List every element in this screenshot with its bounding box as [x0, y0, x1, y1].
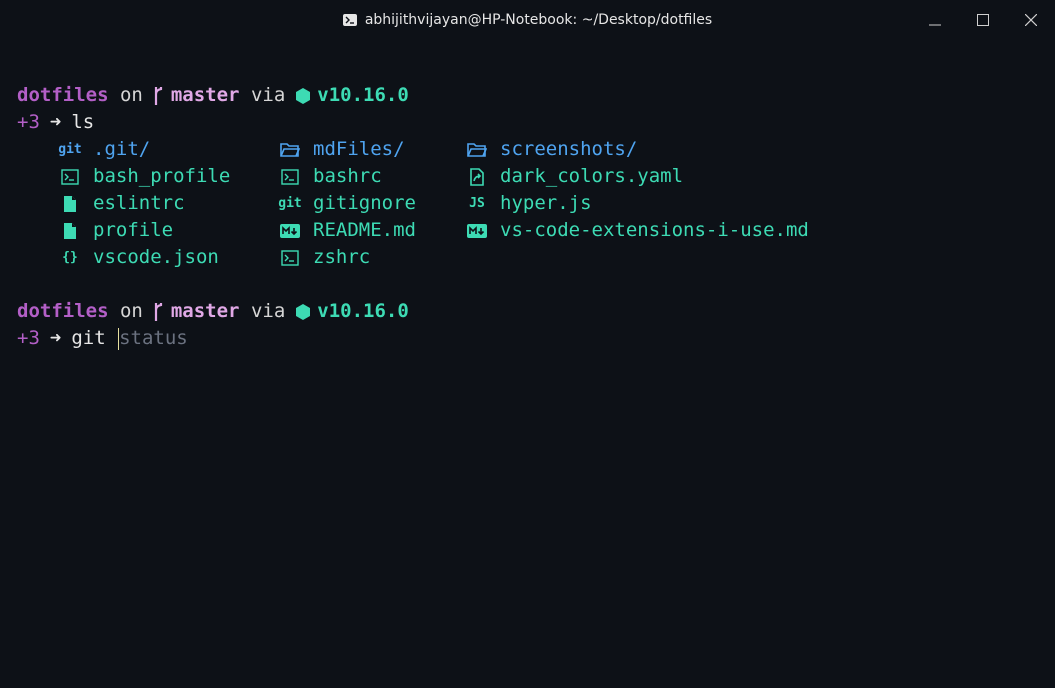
ls-entry: dark_colors.yaml [466, 163, 886, 190]
window-title: abhijithvijayan@HP-Notebook: ~/Desktop/d… [364, 12, 713, 28]
ls-entry: profile [59, 217, 279, 244]
git-icon: git [278, 196, 302, 211]
minimize-icon [929, 24, 941, 26]
maximize-icon [977, 14, 989, 26]
autosuggestion: status [119, 327, 188, 349]
title-bar: abhijithvijayan@HP-Notebook: ~/Desktop/d… [0, 0, 1055, 40]
ls-entry: JS hyper.js [466, 190, 886, 217]
ls-entry: screenshots/ [466, 136, 886, 163]
prompt-branch: master [170, 84, 240, 106]
command-line: +3 ➜ ls [17, 109, 1045, 136]
ls-entry: README.md [279, 217, 466, 244]
ls-entry: zshrc [279, 244, 466, 271]
ls-entry-name: eslintrc [93, 192, 185, 214]
prompt-arrow: ➜ [49, 327, 62, 349]
nodejs-icon [295, 303, 311, 321]
prompt-directory: dotfiles [17, 300, 109, 322]
prompt-on: on [119, 300, 143, 322]
nodejs-icon [295, 87, 311, 105]
git-ahead-indicator: +3 [17, 327, 40, 349]
javascript-icon: JS [469, 196, 485, 211]
ls-entry-name: README.md [313, 219, 416, 241]
command-line[interactable]: +3 ➜ git status [17, 325, 1045, 352]
ls-entry-name: vscode.json [93, 246, 219, 268]
prompt-via: via [250, 300, 286, 322]
prompt-via: via [250, 84, 286, 106]
prompt-node-version: v10.16.0 [317, 300, 409, 322]
terminal-file-icon [279, 167, 301, 187]
prompt-line: dotfiles on master via v10.16.0 [17, 82, 1045, 109]
ls-entry: git gitignore [278, 190, 466, 217]
ls-entry: bashrc [279, 163, 466, 190]
minimize-button[interactable] [911, 0, 959, 40]
ls-entry: eslintrc [59, 190, 279, 217]
ls-entry-name: vs-code-extensions-i-use.md [500, 219, 809, 241]
json-icon: {} [62, 250, 78, 265]
ls-entry-name: bashrc [313, 165, 382, 187]
ls-entry: {} vscode.json [59, 244, 279, 271]
ls-entry-name: gitignore [313, 192, 416, 214]
file-icon [59, 221, 81, 241]
folder-icon [466, 140, 488, 160]
ls-entry-name: .git/ [93, 138, 151, 160]
command-input[interactable]: git [71, 325, 117, 352]
prompt-line: dotfiles on master via v10.16.0 [17, 298, 1045, 325]
close-icon [1025, 14, 1037, 26]
ls-entry: vs-code-extensions-i-use.md [466, 217, 886, 244]
ls-entry-name: dark_colors.yaml [500, 165, 684, 187]
prompt-directory: dotfiles [17, 84, 109, 106]
ls-entry: git .git/ [58, 136, 279, 163]
prompt-arrow: ➜ [49, 111, 62, 133]
ls-entry-name: screenshots/ [500, 138, 638, 160]
terminal-icon [342, 14, 357, 26]
maximize-button[interactable] [959, 0, 1007, 40]
prompt-on: on [119, 84, 143, 106]
markdown-icon [466, 221, 488, 241]
ls-entry: mdFiles/ [279, 136, 466, 163]
git-branch-icon [153, 86, 163, 106]
ls-entry-name: hyper.js [500, 192, 592, 214]
git-branch-icon [153, 302, 163, 322]
terminal-file-icon [59, 167, 81, 187]
prompt-node-version: v10.16.0 [317, 84, 409, 106]
markdown-icon [279, 221, 301, 241]
ls-entry-name: profile [93, 219, 174, 241]
git-icon: git [58, 142, 82, 157]
command-text: ls [71, 111, 95, 133]
git-ahead-indicator: +3 [17, 111, 40, 133]
ls-entry-name: bash_profile [93, 165, 231, 187]
ls-entry-name: zshrc [313, 246, 371, 268]
prompt-branch: master [170, 300, 240, 322]
file-icon [59, 194, 81, 214]
ls-entry-name: mdFiles/ [313, 138, 405, 160]
ls-entry: bash_profile [59, 163, 279, 190]
terminal-file-icon [279, 248, 301, 268]
link-file-icon [466, 167, 488, 187]
terminal-output[interactable]: dotfiles on master via v10.16.0 +3 ➜ ls … [17, 82, 1045, 352]
close-button[interactable] [1007, 0, 1055, 40]
folder-icon [279, 140, 301, 160]
ls-output: git .git/mdFiles/screenshots/bash_profile… [58, 136, 1045, 271]
